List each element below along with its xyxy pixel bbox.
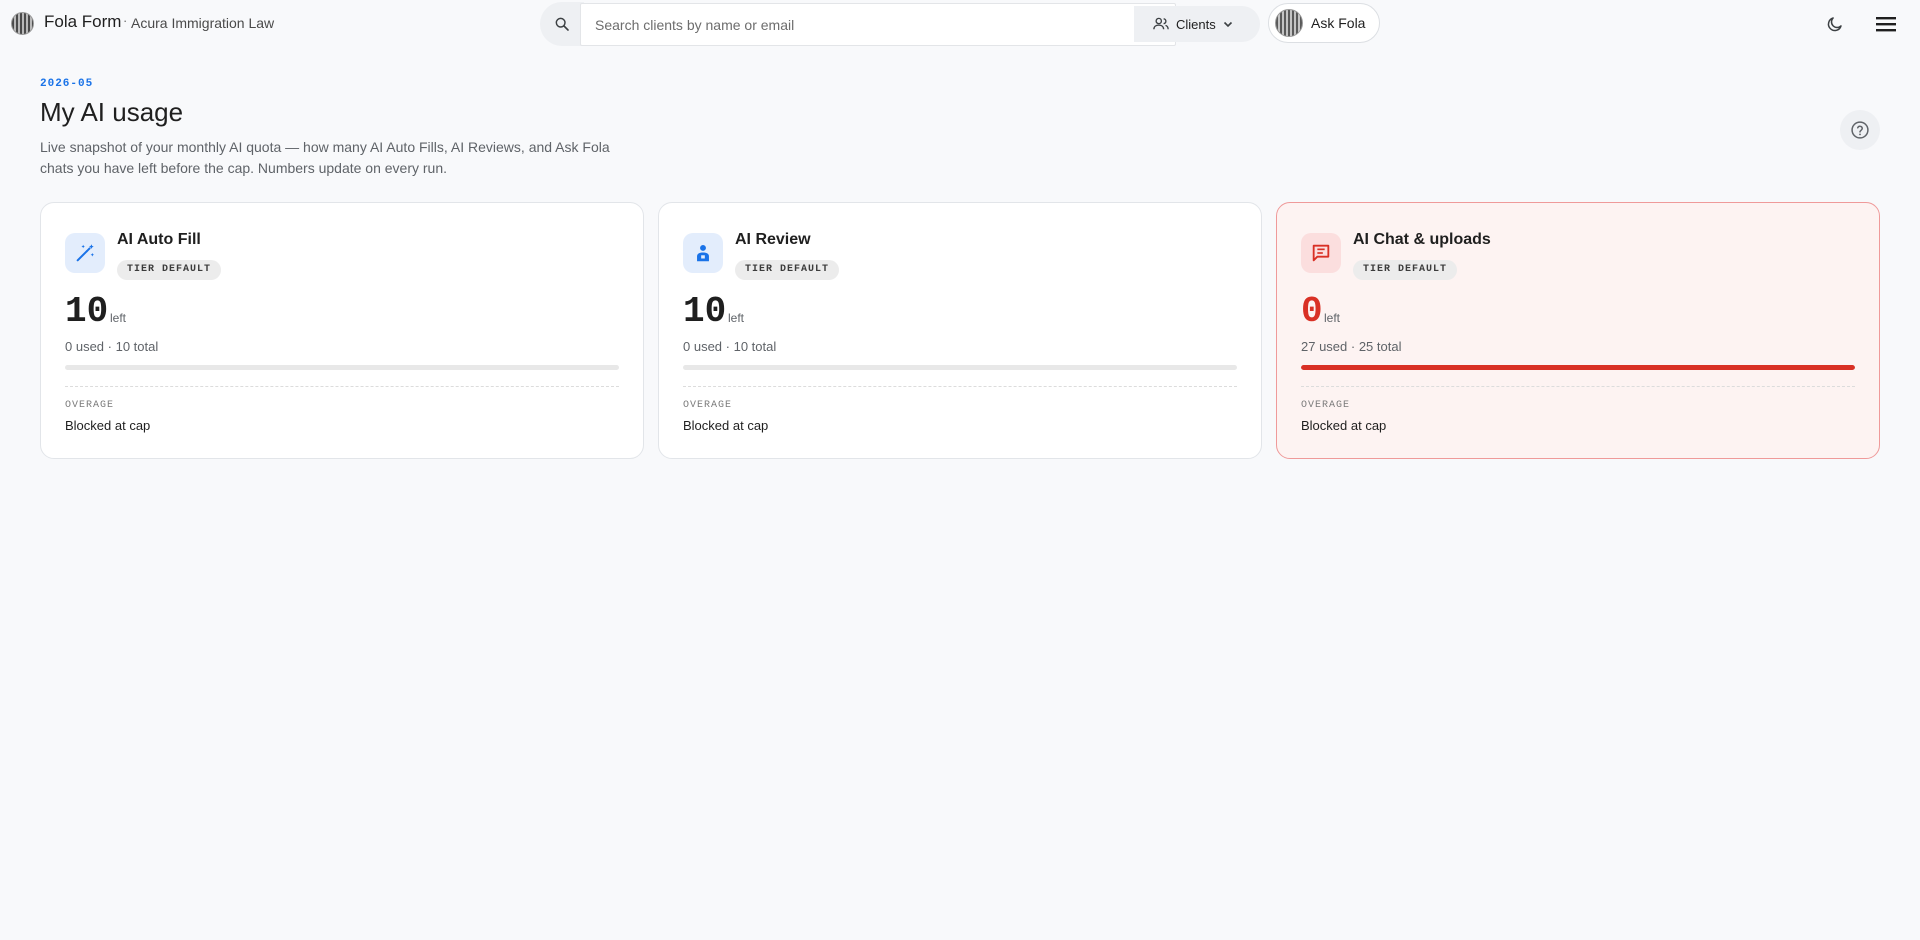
app-name[interactable]: Fola Form xyxy=(44,12,121,32)
help-circle-icon xyxy=(1851,121,1869,139)
usage-period: 2026-05 xyxy=(40,78,94,90)
card-icon-box xyxy=(65,233,105,273)
usage-card-ai-chat: AI Chat & uploads TIER DEFAULT 0 left 27… xyxy=(1276,202,1880,459)
tier-badge: TIER DEFAULT xyxy=(117,260,222,280)
card-divider xyxy=(1301,386,1855,387)
usage-progress-bar xyxy=(65,365,619,370)
remaining-count: 10 xyxy=(683,291,727,332)
overage-value: Blocked at cap xyxy=(683,418,769,433)
page-title: My AI usage xyxy=(40,97,184,127)
usage-summary: 0 used · 10 total xyxy=(65,339,159,354)
person-badge-icon xyxy=(697,245,709,262)
chevron-down-icon xyxy=(1223,21,1232,28)
usage-card-ai-auto-fill: AI Auto Fill TIER DEFAULT 10 left 0 used… xyxy=(40,202,644,459)
search-input[interactable] xyxy=(580,3,1176,46)
remaining-label: left xyxy=(1324,311,1341,325)
moon-icon xyxy=(1827,17,1842,32)
card-divider xyxy=(683,386,1237,387)
ask-fola-label: Ask Fola xyxy=(1311,15,1366,31)
clients-dropdown[interactable]: Clients xyxy=(1134,6,1260,42)
tier-badge: TIER DEFAULT xyxy=(1353,260,1458,280)
chat-icon xyxy=(1312,244,1330,262)
clients-label: Clients xyxy=(1176,16,1216,32)
card-title: AI Review xyxy=(735,231,811,248)
remaining-count: 10 xyxy=(65,291,109,332)
header-separator: · xyxy=(123,13,128,28)
usage-cards: AI Auto Fill TIER DEFAULT 10 left 0 used… xyxy=(40,202,1880,459)
remaining-label: left xyxy=(110,311,127,325)
theme-toggle-button[interactable] xyxy=(1823,12,1847,36)
top-bar: Fola Form · Acura Immigration Law Client… xyxy=(0,0,1920,46)
card-divider xyxy=(65,386,619,387)
remaining-label: left xyxy=(728,311,745,325)
overage-label: OVERAGE xyxy=(1301,400,1351,411)
usage-summary: 0 used · 10 total xyxy=(683,339,777,354)
overage-value: Blocked at cap xyxy=(1301,418,1387,433)
card-icon-box xyxy=(683,233,723,273)
overage-label: OVERAGE xyxy=(65,400,115,411)
card-title: AI Chat & uploads xyxy=(1353,231,1491,248)
help-button[interactable] xyxy=(1840,110,1880,150)
client-search: Clients xyxy=(540,2,1260,46)
remaining-count: 0 xyxy=(1301,291,1323,332)
ask-fola-avatar xyxy=(1275,9,1303,37)
organization-name: Acura Immigration Law xyxy=(131,15,275,31)
overage-value: Blocked at cap xyxy=(65,418,151,433)
usage-progress-bar xyxy=(683,365,1237,370)
card-title: AI Auto Fill xyxy=(117,231,201,248)
page-description: Live snapshot of your monthly AI quota —… xyxy=(40,139,610,176)
people-icon xyxy=(1153,17,1169,30)
app-logo[interactable] xyxy=(11,12,34,35)
search-icon xyxy=(555,17,569,31)
usage-summary: 27 used · 25 total xyxy=(1301,339,1402,354)
hamburger-menu-icon xyxy=(1876,17,1896,32)
search-button[interactable] xyxy=(540,2,584,46)
overage-label: OVERAGE xyxy=(683,400,733,411)
magic-wand-icon xyxy=(76,244,95,262)
usage-progress-bar xyxy=(1301,365,1855,370)
main-menu-button[interactable] xyxy=(1873,12,1899,36)
tier-badge: TIER DEFAULT xyxy=(735,260,840,280)
usage-card-ai-review: AI Review TIER DEFAULT 10 left 0 used · … xyxy=(658,202,1262,459)
card-icon-box xyxy=(1301,233,1341,273)
usage-progress-fill xyxy=(1301,365,1855,370)
ask-fola-button[interactable]: Ask Fola xyxy=(1268,3,1380,43)
